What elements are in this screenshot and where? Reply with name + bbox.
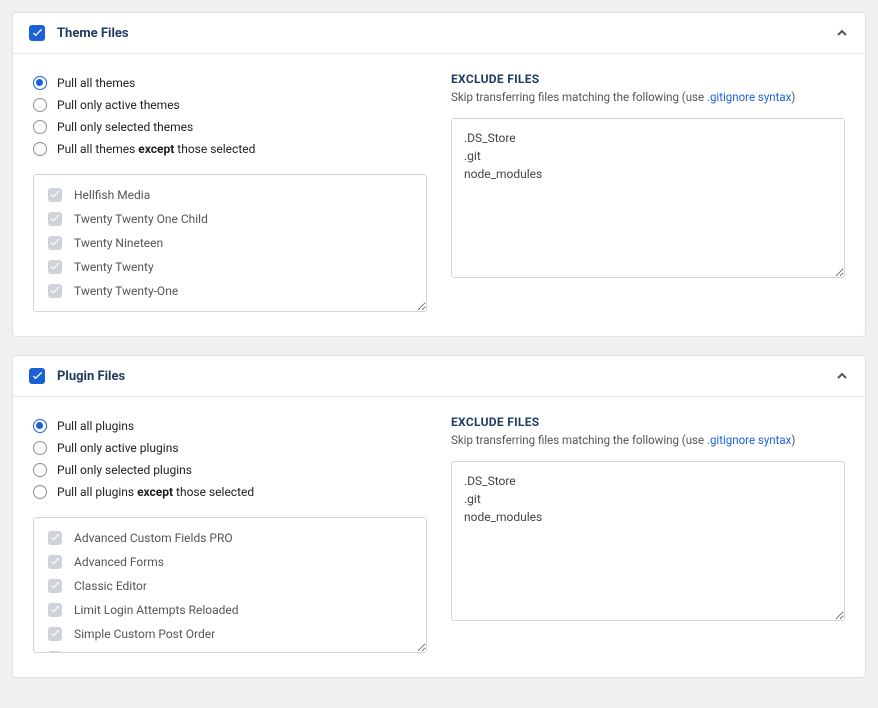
exclude-title: EXCLUDE FILES <box>451 415 845 429</box>
list-item[interactable]: Advanced Forms <box>40 550 420 574</box>
text: those selected <box>174 142 255 156</box>
list-item-label: Simple Custom Post Order <box>74 627 215 641</box>
text: Pull all themes <box>57 142 138 156</box>
checkbox-checked-icon <box>48 651 62 653</box>
themes-panel: Theme Files Pull all themes Pull only ac… <box>12 12 866 337</box>
radio-icon <box>33 485 47 499</box>
checkbox-checked-icon <box>48 236 62 250</box>
radio-label: Pull all plugins <box>57 417 134 435</box>
text-strong: except <box>138 142 174 156</box>
radio-icon <box>33 419 47 433</box>
text: ) <box>791 90 795 104</box>
plugins-radio-selected[interactable]: Pull only selected plugins <box>33 459 427 481</box>
list-item[interactable]: Twenty Nineteen <box>40 231 420 255</box>
list-item[interactable]: Classic Editor <box>40 574 420 598</box>
list-item-label: SpinupWP <box>74 651 129 653</box>
text-strong: except <box>137 485 173 499</box>
list-item[interactable]: Twenty Twenty One Child <box>40 207 420 231</box>
chevron-up-icon <box>835 26 849 40</box>
checkbox-checked-icon <box>48 555 62 569</box>
checkbox-checked-icon <box>48 531 62 545</box>
checkbox-checked-icon <box>48 627 62 641</box>
themes-panel-title: Theme Files <box>57 26 835 41</box>
list-item-label: Limit Login Attempts Reloaded <box>74 603 239 617</box>
text: ) <box>791 433 795 447</box>
exclude-title: EXCLUDE FILES <box>451 72 845 86</box>
themes-enabled-checkbox[interactable] <box>29 25 45 41</box>
list-item[interactable]: Hellfish Media <box>40 183 420 207</box>
radio-icon <box>33 120 47 134</box>
list-item[interactable]: Simple Custom Post Order <box>40 622 420 646</box>
themes-radio-active[interactable]: Pull only active themes <box>33 94 427 116</box>
plugins-radio-except[interactable]: Pull all plugins except those selected <box>33 481 427 503</box>
themes-panel-header[interactable]: Theme Files <box>13 13 865 54</box>
text: those selected <box>173 485 254 499</box>
checkbox-checked-icon <box>48 260 62 274</box>
text: Pull all plugins <box>57 485 137 499</box>
plugins-panel: Plugin Files Pull all plugins Pull only … <box>12 355 866 678</box>
radio-icon <box>33 441 47 455</box>
plugins-radio-group: Pull all plugins Pull only active plugin… <box>33 415 427 503</box>
checkbox-checked-icon <box>48 212 62 226</box>
list-item[interactable]: Twenty Twenty-One <box>40 279 420 303</box>
themes-panel-body: Pull all themes Pull only active themes … <box>13 54 865 336</box>
plugins-panel-header[interactable]: Plugin Files <box>13 356 865 397</box>
exclude-description: Skip transferring files matching the fol… <box>451 433 845 447</box>
gitignore-syntax-link[interactable]: .gitignore syntax <box>707 433 791 447</box>
themes-radio-group: Pull all themes Pull only active themes … <box>33 72 427 160</box>
plugins-radio-active[interactable]: Pull only active plugins <box>33 437 427 459</box>
list-item-label: Twenty Twenty <box>74 260 154 274</box>
checkbox-checked-icon <box>48 188 62 202</box>
radio-label: Pull only selected plugins <box>57 461 192 479</box>
radio-label: Pull all plugins except those selected <box>57 483 254 501</box>
plugins-list-box[interactable]: Advanced Custom Fields PRO Advanced Form… <box>33 517 427 653</box>
list-item[interactable]: Twenty Twenty <box>40 255 420 279</box>
themes-radio-except[interactable]: Pull all themes except those selected <box>33 138 427 160</box>
themes-exclude-textarea[interactable] <box>451 118 845 278</box>
radio-label: Pull only active themes <box>57 96 180 114</box>
list-item[interactable]: Advanced Custom Fields PRO <box>40 526 420 550</box>
list-item-label: Twenty Twenty-One <box>74 284 178 298</box>
list-item[interactable]: SpinupWP <box>40 646 420 653</box>
radio-icon <box>33 142 47 156</box>
list-item-label: Classic Editor <box>74 579 147 593</box>
gitignore-syntax-link[interactable]: .gitignore syntax <box>707 90 791 104</box>
exclude-description: Skip transferring files matching the fol… <box>451 90 845 104</box>
radio-icon <box>33 463 47 477</box>
radio-icon <box>33 98 47 112</box>
plugins-panel-title: Plugin Files <box>57 369 835 384</box>
plugins-exclude-textarea[interactable] <box>451 461 845 621</box>
radio-label: Pull only active plugins <box>57 439 179 457</box>
list-item-label: Hellfish Media <box>74 188 150 202</box>
chevron-up-icon <box>835 369 849 383</box>
text: Skip transferring files matching the fol… <box>451 90 707 104</box>
themes-radio-all[interactable]: Pull all themes <box>33 72 427 94</box>
checkbox-checked-icon <box>48 579 62 593</box>
plugins-radio-all[interactable]: Pull all plugins <box>33 415 427 437</box>
checkbox-checked-icon <box>48 284 62 298</box>
radio-label: Pull all themes except those selected <box>57 140 255 158</box>
radio-label: Pull only selected themes <box>57 118 193 136</box>
text: Skip transferring files matching the fol… <box>451 433 707 447</box>
list-item-label: Advanced Forms <box>74 555 164 569</box>
themes-list-box[interactable]: Hellfish Media Twenty Twenty One Child T… <box>33 174 427 312</box>
checkbox-checked-icon <box>48 603 62 617</box>
plugins-enabled-checkbox[interactable] <box>29 368 45 384</box>
list-item-label: Twenty Nineteen <box>74 236 163 250</box>
list-item[interactable]: Limit Login Attempts Reloaded <box>40 598 420 622</box>
themes-radio-selected[interactable]: Pull only selected themes <box>33 116 427 138</box>
list-item-label: Twenty Twenty One Child <box>74 212 208 226</box>
radio-label: Pull all themes <box>57 74 135 92</box>
radio-icon <box>33 76 47 90</box>
list-item-label: Advanced Custom Fields PRO <box>74 531 233 545</box>
plugins-panel-body: Pull all plugins Pull only active plugin… <box>13 397 865 677</box>
